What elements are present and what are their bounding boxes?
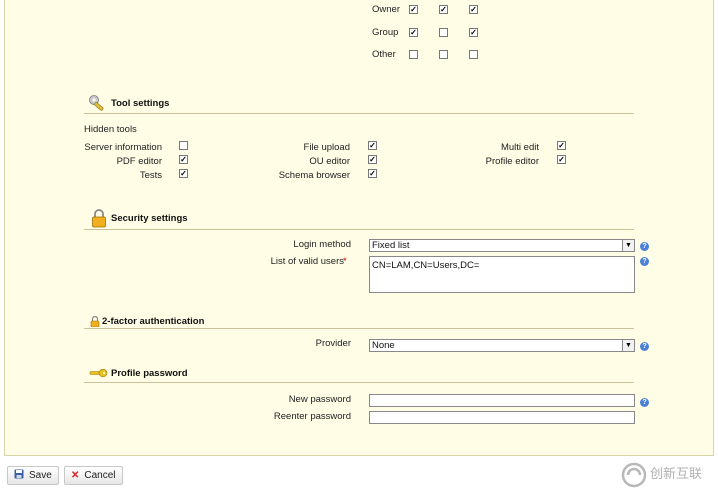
new-password-help-icon[interactable]: ? [640,398,649,407]
profile-password-title: Profile password [111,368,188,379]
permission-row-group-label: Group [372,27,399,38]
profile-editor-label: Profile editor [485,156,539,167]
new-password-label: New password [288,394,351,405]
required-marker: * [343,256,347,267]
reenter-password-input[interactable] [369,411,635,424]
cancel-button[interactable]: ✕ Cancel [64,466,123,485]
lock-icon [92,209,106,228]
schema-browser-label: Schema browser [278,170,350,181]
valid-users-label: List of valid users [270,256,344,267]
reenter-password-label: Reenter password [273,411,351,422]
two-factor-title: 2-factor authentication [102,316,205,327]
lock-icon [90,316,100,327]
pdf-editor-checkbox[interactable]: ✓ [179,155,188,164]
hidden-tools-label: Hidden tools [84,124,137,135]
pdf-editor-label: PDF editor [116,156,162,167]
chevron-down-icon: ▼ [622,340,634,351]
login-method-help-icon[interactable]: ? [640,242,649,251]
provider-value: None [372,340,395,351]
wrench-icon [89,95,104,111]
owner-execute-checkbox[interactable]: ✓ [469,5,478,14]
ou-editor-label: OU editor [309,156,350,167]
ou-editor-checkbox[interactable]: ✓ [368,155,377,164]
provider-select[interactable]: None ▼ [369,339,635,352]
other-write-checkbox[interactable] [439,50,448,59]
other-execute-checkbox[interactable] [469,50,478,59]
new-password-input[interactable] [369,394,635,407]
security-settings-title: Security settings [111,213,188,224]
key-icon [89,368,108,378]
server-information-label: Server information [84,142,162,153]
valid-users-textarea[interactable]: CN=LAM,CN=Users,DC= [369,256,635,293]
group-execute-checkbox[interactable]: ✓ [469,28,478,37]
group-read-checkbox[interactable]: ✓ [409,28,418,37]
group-write-checkbox[interactable] [439,28,448,37]
floppy-disk-icon [14,467,24,484]
login-method-select[interactable]: Fixed list ▼ [369,239,635,252]
provider-label: Provider [315,338,351,349]
security-settings-divider [84,229,634,230]
owner-write-checkbox[interactable]: ✓ [439,5,448,14]
cancel-label: Cancel [84,470,116,481]
other-read-checkbox[interactable] [409,50,418,59]
chevron-down-icon: ▼ [622,240,634,251]
tests-checkbox[interactable]: ✓ [179,169,188,178]
login-method-value: Fixed list [372,240,410,251]
file-upload-label: File upload [303,142,350,153]
two-factor-divider [84,328,634,329]
owner-read-checkbox[interactable]: ✓ [409,5,418,14]
close-icon: ✕ [71,470,80,481]
save-label: Save [29,470,52,481]
tool-settings-title: Tool settings [111,98,170,109]
permission-row-owner-label: Owner [372,4,400,15]
profile-editor-checkbox[interactable]: ✓ [557,155,566,164]
multi-edit-checkbox[interactable]: ✓ [557,141,566,150]
settings-panel [4,0,714,456]
tool-settings-divider [84,113,634,114]
tests-label: Tests [139,170,162,181]
provider-help-icon[interactable]: ? [640,342,649,351]
svg-text:创新互联: 创新互联 [650,466,702,482]
multi-edit-label: Multi edit [500,142,539,153]
file-upload-checkbox[interactable]: ✓ [368,141,377,150]
save-button[interactable]: Save [7,466,59,485]
watermark-logo: 创新互联 [616,456,718,495]
profile-password-divider [84,382,634,383]
login-method-label: Login method [293,239,351,250]
permission-row-other-label: Other [372,49,396,60]
server-information-checkbox[interactable] [179,141,188,150]
schema-browser-checkbox[interactable]: ✓ [368,169,377,178]
valid-users-help-icon[interactable]: ? [640,257,649,266]
